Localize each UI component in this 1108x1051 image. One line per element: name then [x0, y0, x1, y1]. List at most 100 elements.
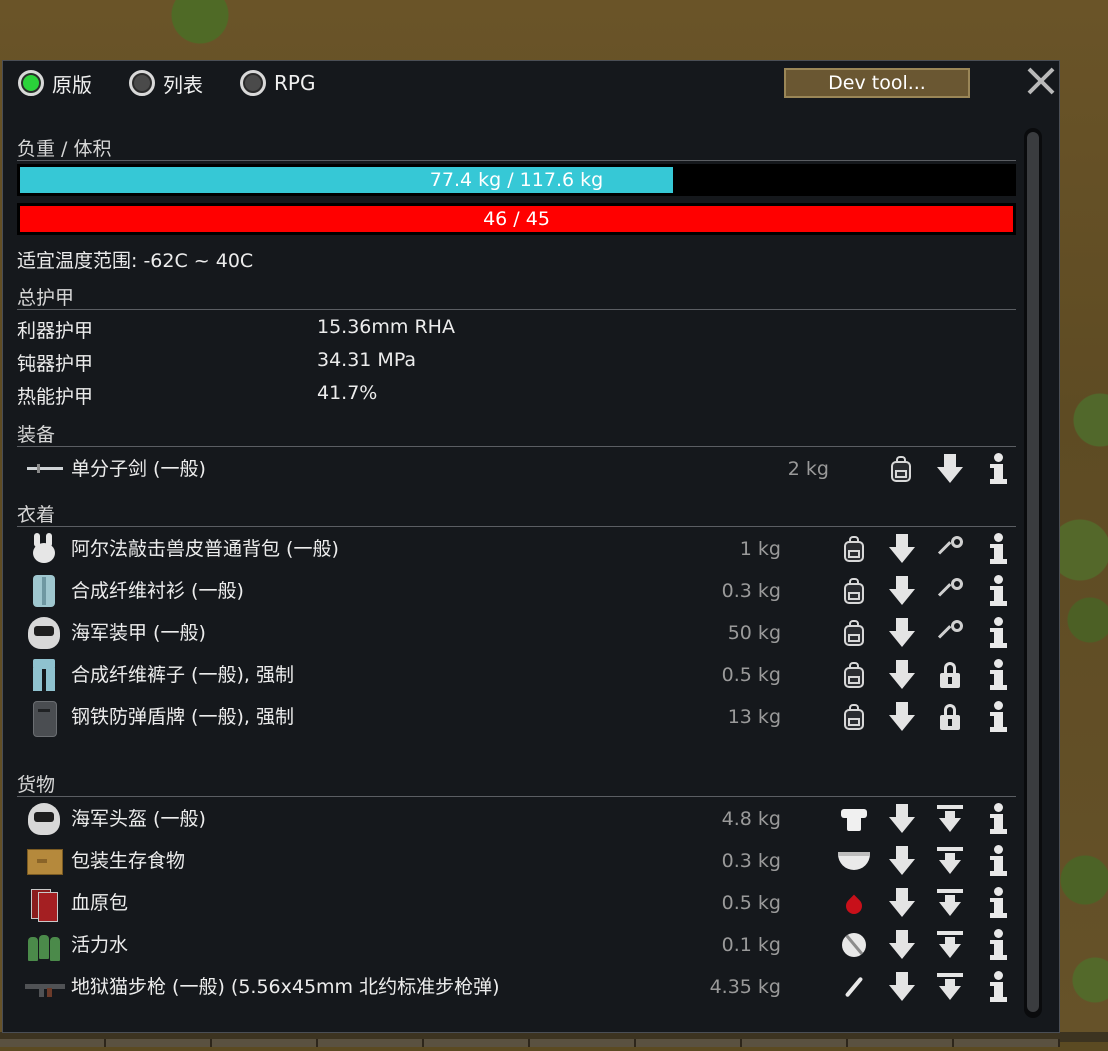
inventory-row[interactable]: 活力水 0.1 kg: [17, 925, 1016, 965]
hemogen-pack-icon: [25, 887, 61, 922]
item-mass: 0.5 kg: [721, 664, 781, 686]
section-title-equipment: 装备: [17, 424, 56, 446]
drop-arrow-icon: [889, 930, 915, 960]
item-mass: 50 kg: [727, 622, 781, 644]
info-button[interactable]: [982, 617, 1014, 649]
tab-list[interactable]: 列表: [129, 66, 203, 100]
radio-unselected-icon: [129, 70, 155, 96]
item-mass: 0.3 kg: [721, 580, 781, 602]
info-icon: [990, 659, 1007, 691]
drop-button[interactable]: [886, 533, 918, 565]
inventory-row[interactable]: 包装生存食物 0.3 kg: [17, 841, 1016, 881]
section-title-load: 负重 / 体积: [17, 138, 112, 160]
drop-button[interactable]: [886, 887, 918, 919]
info-icon: [990, 845, 1007, 877]
inventory-row[interactable]: 血原包 0.5 kg: [17, 883, 1016, 923]
key-icon: [937, 620, 963, 646]
drop-button[interactable]: [934, 453, 966, 485]
drop-button[interactable]: [886, 575, 918, 607]
info-button[interactable]: [982, 845, 1014, 877]
equipment-row[interactable]: 单分子剑 (一般) 2 kg: [17, 449, 1016, 489]
armor-sharp-value: 15.36mm RHA: [317, 316, 455, 338]
drop-button[interactable]: [886, 701, 918, 733]
info-button[interactable]: [982, 453, 1014, 485]
inventory-row[interactable]: 地狱猫步枪 (一般) (5.56x45mm 北约标准步枪弹) 4.35 kg: [17, 967, 1016, 1007]
put-in-inventory-button[interactable]: [838, 575, 870, 607]
bowl-icon: [838, 852, 870, 870]
item-name: 血原包: [71, 892, 129, 914]
put-in-inventory-button[interactable]: [838, 701, 870, 733]
drop-button[interactable]: [886, 803, 918, 835]
forced-toggle-button[interactable]: [934, 533, 966, 565]
bottles-icon: [25, 929, 61, 961]
apparel-row[interactable]: 钢铁防弹盾牌 (一般), 强制 13 kg: [17, 697, 1016, 737]
item-mass: 0.5 kg: [721, 892, 781, 914]
put-in-inventory-button[interactable]: [838, 533, 870, 565]
apparel-row[interactable]: 合成纤维衬衫 (一般) 0.3 kg: [17, 571, 1016, 611]
info-button[interactable]: [982, 971, 1014, 1003]
scrollbar-thumb[interactable]: [1027, 132, 1039, 1012]
item-mass: 2 kg: [787, 458, 829, 480]
food-pack-icon: [25, 845, 63, 877]
item-mass: 4.35 kg: [709, 976, 781, 998]
take-drug-button[interactable]: [838, 929, 870, 961]
info-button[interactable]: [982, 575, 1014, 607]
item-name: 阿尔法敲击兽皮普通背包 (一般): [71, 538, 339, 560]
unload-button[interactable]: [934, 887, 966, 919]
item-mass: 0.3 kg: [721, 850, 781, 872]
inventory-row[interactable]: 海军头盔 (一般) 4.8 kg: [17, 799, 1016, 839]
close-icon[interactable]: [1024, 64, 1058, 98]
put-in-inventory-button[interactable]: [838, 617, 870, 649]
forced-toggle-button[interactable]: [934, 701, 966, 733]
tab-rpg[interactable]: RPG: [240, 66, 315, 100]
consume-button[interactable]: [838, 887, 870, 919]
drop-button[interactable]: [886, 971, 918, 1003]
tab-list-label: 列表: [163, 72, 203, 97]
unload-button[interactable]: [934, 971, 966, 1003]
info-button[interactable]: [982, 533, 1014, 565]
info-button[interactable]: [982, 929, 1014, 961]
apparel-row[interactable]: 合成纤维裤子 (一般), 强制 0.5 kg: [17, 655, 1016, 695]
drop-button[interactable]: [886, 845, 918, 877]
backpack-icon: [844, 704, 864, 730]
section-title-armor: 总护甲: [17, 287, 75, 309]
apparel-row[interactable]: 阿尔法敲击兽皮普通背包 (一般) 1 kg: [17, 529, 1016, 569]
info-button[interactable]: [982, 803, 1014, 835]
unload-arrow-icon: [937, 847, 963, 875]
drop-button[interactable]: [886, 617, 918, 649]
drop-arrow-icon: [889, 972, 915, 1002]
forced-toggle-button[interactable]: [934, 659, 966, 691]
info-icon: [990, 617, 1007, 649]
tab-vanilla[interactable]: 原版: [18, 66, 92, 100]
info-button[interactable]: [982, 659, 1014, 691]
drop-arrow-icon: [889, 804, 915, 834]
pants-icon: [25, 659, 61, 691]
backpack-icon: [844, 620, 864, 646]
item-name: 单分子剑 (一般): [71, 458, 206, 480]
unload-button[interactable]: [934, 803, 966, 835]
put-in-inventory-button[interactable]: [885, 453, 917, 485]
put-in-inventory-button[interactable]: [838, 659, 870, 691]
unload-button[interactable]: [934, 845, 966, 877]
section-title-inventory: 货物: [17, 774, 56, 796]
comfortable-temperature: 适宜温度范围: -62C ~ 40C: [17, 250, 254, 272]
divider: [17, 309, 1016, 310]
info-button[interactable]: [982, 887, 1014, 919]
drop-button[interactable]: [886, 659, 918, 691]
forced-toggle-button[interactable]: [934, 617, 966, 649]
equip-button[interactable]: [838, 971, 870, 1003]
scrollbar[interactable]: [1024, 128, 1042, 1018]
wear-button[interactable]: [838, 803, 870, 835]
forced-toggle-button[interactable]: [934, 575, 966, 607]
blood-drop-icon: [842, 894, 866, 918]
eat-button[interactable]: [838, 845, 870, 877]
unload-button[interactable]: [934, 929, 966, 961]
dev-tool-button[interactable]: Dev tool...: [784, 68, 970, 98]
info-icon: [990, 453, 1007, 485]
shield-icon: [25, 701, 61, 737]
apparel-row[interactable]: 海军装甲 (一般) 50 kg: [17, 613, 1016, 653]
drop-button[interactable]: [886, 929, 918, 961]
item-name: 海军头盔 (一般): [71, 808, 206, 830]
info-button[interactable]: [982, 701, 1014, 733]
drop-arrow-icon: [889, 702, 915, 732]
